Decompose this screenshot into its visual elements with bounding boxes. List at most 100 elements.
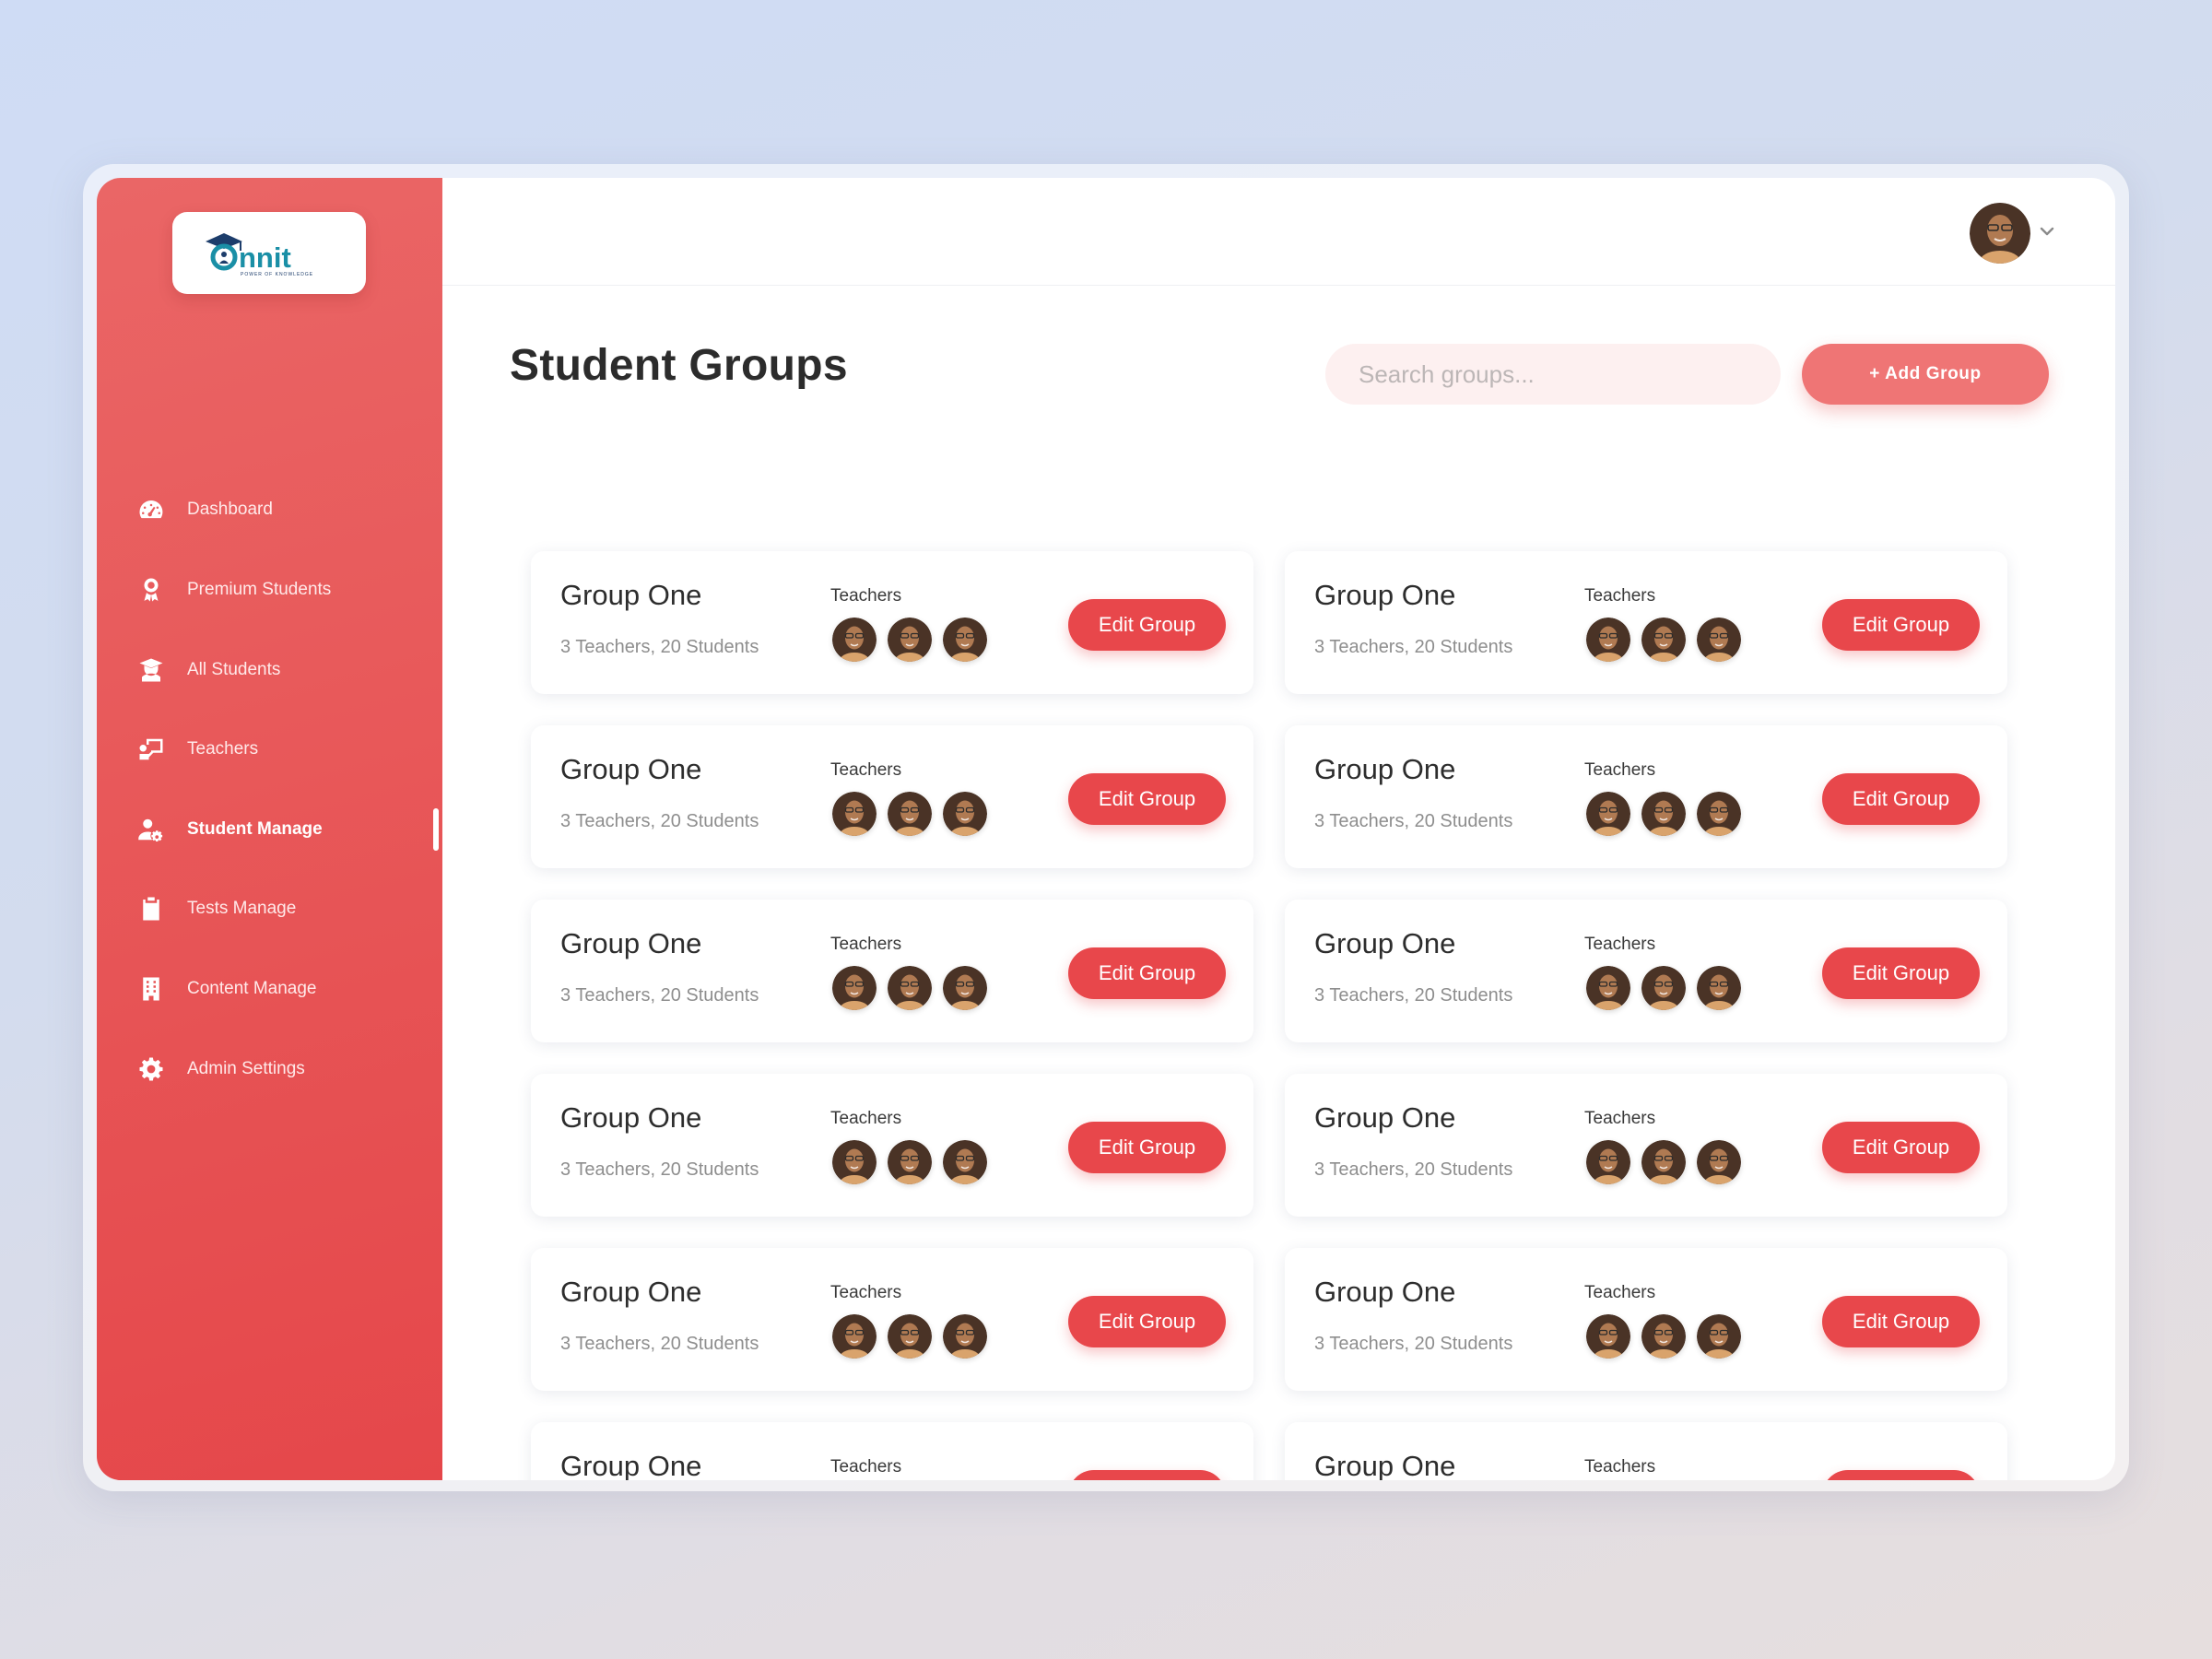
graduate-student-icon xyxy=(135,654,167,686)
sidebar-item-admin-settings[interactable]: Admin Settings xyxy=(135,1051,305,1088)
teacher-avatars xyxy=(1586,618,1752,662)
group-name: Group One xyxy=(1314,1276,1456,1308)
sidebar-item-label: Teachers xyxy=(187,739,259,759)
teacher-avatar xyxy=(888,966,932,1010)
edit-group-button[interactable]: Edit Group xyxy=(1068,773,1226,825)
group-member-count: 3 Teachers, 20 Students xyxy=(1314,811,1513,831)
sidebar: nnit POWER OF KNOWLEDGE Dashboard Premiu… xyxy=(97,178,442,1480)
group-member-count: 3 Teachers, 20 Students xyxy=(560,985,759,1006)
teacher-avatar xyxy=(1697,792,1741,836)
edit-group-button[interactable]: Edit Group xyxy=(1822,947,1980,999)
teacher-avatar xyxy=(1641,618,1686,662)
teachers-label: Teachers xyxy=(1584,1109,1656,1128)
group-card: Group One 3 Teachers, 20 Students Teache… xyxy=(531,1422,1253,1480)
teachers-label: Teachers xyxy=(830,1109,902,1128)
edit-group-button[interactable]: Edit Group xyxy=(1068,947,1226,999)
teacher-avatar xyxy=(888,618,932,662)
edit-group-button[interactable]: Edit Group xyxy=(1822,1470,1980,1480)
logo[interactable]: nnit POWER OF KNOWLEDGE xyxy=(172,212,366,294)
clipboard-icon xyxy=(135,893,167,924)
sidebar-item-tests-manage[interactable]: Tests Manage xyxy=(135,890,296,927)
group-member-count: 3 Teachers, 20 Students xyxy=(1314,637,1513,657)
sidebar-item-content-manage[interactable]: Content Manage xyxy=(135,971,317,1007)
group-name: Group One xyxy=(1314,1450,1456,1480)
edit-group-button[interactable]: Edit Group xyxy=(1068,599,1226,651)
teacher-avatars xyxy=(832,1140,998,1184)
teacher-avatars xyxy=(832,1314,998,1359)
add-group-button[interactable]: + Add Group xyxy=(1802,344,2049,405)
teacher-avatar xyxy=(1641,792,1686,836)
teacher-avatar xyxy=(1586,792,1630,836)
sidebar-item-label: Content Manage xyxy=(187,979,317,998)
teacher-avatar xyxy=(1697,1140,1741,1184)
teacher-avatar xyxy=(832,1140,877,1184)
teachers-label: Teachers xyxy=(1584,1457,1656,1477)
group-member-count: 3 Teachers, 20 Students xyxy=(1314,1159,1513,1180)
user-avatar[interactable] xyxy=(1970,203,2030,264)
group-member-count: 3 Teachers, 20 Students xyxy=(560,811,759,831)
teacher-avatars xyxy=(832,792,998,836)
sidebar-item-label: Admin Settings xyxy=(187,1059,305,1078)
teacher-avatar xyxy=(1641,1140,1686,1184)
group-member-count: 3 Teachers, 20 Students xyxy=(560,1334,759,1354)
teacher-board-icon xyxy=(135,734,167,765)
brand-logo-icon: nnit POWER OF KNOWLEDGE xyxy=(206,232,312,277)
group-card: Group One 3 Teachers, 20 Students Teache… xyxy=(1285,1074,2007,1217)
teachers-label: Teachers xyxy=(830,1457,902,1477)
group-card: Group One 3 Teachers, 20 Students Teache… xyxy=(531,1248,1253,1391)
teacher-avatar xyxy=(1697,1314,1741,1359)
teacher-avatar xyxy=(943,966,987,1010)
group-card: Group One 3 Teachers, 20 Students Teache… xyxy=(531,551,1253,694)
teacher-avatar xyxy=(943,1140,987,1184)
teachers-label: Teachers xyxy=(830,935,902,954)
edit-group-button[interactable]: Edit Group xyxy=(1822,599,1980,651)
teachers-label: Teachers xyxy=(830,1283,902,1302)
teacher-avatar xyxy=(888,1140,932,1184)
group-card: Group One 3 Teachers, 20 Students Teache… xyxy=(1285,551,2007,694)
edit-group-button[interactable]: Edit Group xyxy=(1068,1470,1226,1480)
sidebar-item-label: Premium Students xyxy=(187,580,332,599)
group-card: Group One 3 Teachers, 20 Students Teache… xyxy=(531,725,1253,868)
sidebar-item-premium-students[interactable]: Premium Students xyxy=(135,571,331,608)
building-icon xyxy=(135,973,167,1005)
group-member-count: 3 Teachers, 20 Students xyxy=(1314,1334,1513,1354)
group-card: Group One 3 Teachers, 20 Students Teache… xyxy=(1285,725,2007,868)
edit-group-button[interactable]: Edit Group xyxy=(1822,1296,1980,1347)
sidebar-item-dashboard[interactable]: Dashboard xyxy=(135,491,273,528)
teacher-avatar xyxy=(832,792,877,836)
teacher-avatar xyxy=(832,618,877,662)
sidebar-item-teachers[interactable]: Teachers xyxy=(135,731,258,768)
chevron-down-icon[interactable] xyxy=(2037,221,2057,241)
group-card: Group One 3 Teachers, 20 Students Teache… xyxy=(531,900,1253,1042)
teachers-label: Teachers xyxy=(1584,935,1656,954)
dashboard-gauge-icon xyxy=(135,494,167,525)
page-title: Student Groups xyxy=(510,341,848,390)
group-member-count: 3 Teachers, 20 Students xyxy=(560,637,759,657)
top-bar xyxy=(442,178,2115,286)
group-name: Group One xyxy=(560,579,702,611)
teacher-avatars xyxy=(1586,966,1752,1010)
sidebar-item-student-manage[interactable]: Student Manage xyxy=(135,811,323,848)
teachers-label: Teachers xyxy=(830,760,902,780)
group-name: Group One xyxy=(560,1101,702,1134)
teacher-avatar xyxy=(943,1314,987,1359)
app-window: nnit POWER OF KNOWLEDGE Dashboard Premiu… xyxy=(97,178,2115,1480)
search-input[interactable] xyxy=(1325,344,1781,405)
group-member-count: 3 Teachers, 20 Students xyxy=(560,1159,759,1180)
edit-group-button[interactable]: Edit Group xyxy=(1068,1122,1226,1173)
edit-group-button[interactable]: Edit Group xyxy=(1068,1296,1226,1347)
teacher-avatar xyxy=(1697,618,1741,662)
edit-group-button[interactable]: Edit Group xyxy=(1822,1122,1980,1173)
group-card: Group One 3 Teachers, 20 Students Teache… xyxy=(1285,900,2007,1042)
teacher-avatars xyxy=(832,966,998,1010)
teacher-avatar xyxy=(888,1314,932,1359)
teacher-avatar xyxy=(1697,966,1741,1010)
teachers-label: Teachers xyxy=(1584,586,1656,606)
teacher-avatar xyxy=(1586,966,1630,1010)
sidebar-item-label: Student Manage xyxy=(187,819,323,839)
group-name: Group One xyxy=(1314,927,1456,959)
group-card: Group One 3 Teachers, 20 Students Teache… xyxy=(531,1074,1253,1217)
sidebar-item-all-students[interactable]: All Students xyxy=(135,652,280,688)
edit-group-button[interactable]: Edit Group xyxy=(1822,773,1980,825)
teachers-label: Teachers xyxy=(1584,1283,1656,1302)
